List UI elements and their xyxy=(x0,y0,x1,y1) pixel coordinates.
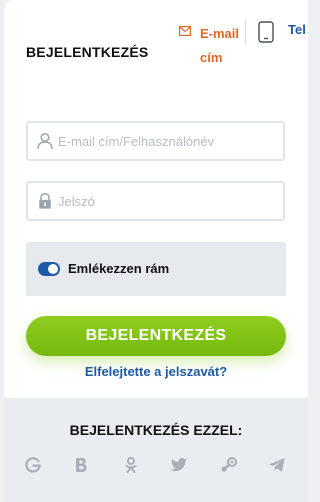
social-login-section: BEJELENTKEZÉS EZZEL: xyxy=(4,398,308,502)
tab-divider xyxy=(245,20,246,44)
steam-icon[interactable] xyxy=(220,456,238,474)
tab-phone-label: Tel xyxy=(288,22,306,37)
tab-email-label: E-mail cím xyxy=(200,26,240,65)
login-header: BEJELENTKEZÉS E-mail cím Tel xyxy=(4,0,308,100)
login-card: BEJELENTKEZÉS E-mail cím Tel E-mail cím/… xyxy=(4,0,308,502)
lock-icon xyxy=(39,192,51,209)
remember-me-row: Emlékezzen rám xyxy=(26,242,286,296)
tab-email[interactable]: E-mail cím xyxy=(176,22,246,84)
social-login-title: BEJELENTKEZÉS EZZEL: xyxy=(69,422,243,438)
odnoklassniki-icon[interactable] xyxy=(122,456,140,474)
user-icon xyxy=(37,132,53,150)
google-icon[interactable] xyxy=(24,456,42,474)
vk-b-icon[interactable] xyxy=(72,456,90,474)
login-button[interactable]: BEJELENTKEZÉS xyxy=(26,316,286,356)
email-input[interactable] xyxy=(58,123,278,159)
twitter-icon[interactable] xyxy=(170,456,188,474)
login-title: BEJELENTKEZÉS xyxy=(26,44,149,60)
phone-icon xyxy=(258,21,274,43)
remember-me-label[interactable]: Emlékezzen rám xyxy=(68,261,169,276)
forgot-password-link[interactable]: Elfelejtette a jelszavát? xyxy=(4,364,308,379)
password-input[interactable] xyxy=(58,183,278,219)
toggle-knob xyxy=(48,264,58,274)
tab-phone[interactable]: Tel xyxy=(256,20,308,44)
telegram-icon[interactable] xyxy=(268,456,286,474)
email-field[interactable] xyxy=(26,121,285,161)
envelope-icon xyxy=(179,26,191,36)
password-field[interactable] xyxy=(26,181,285,221)
remember-me-toggle[interactable] xyxy=(38,262,60,276)
